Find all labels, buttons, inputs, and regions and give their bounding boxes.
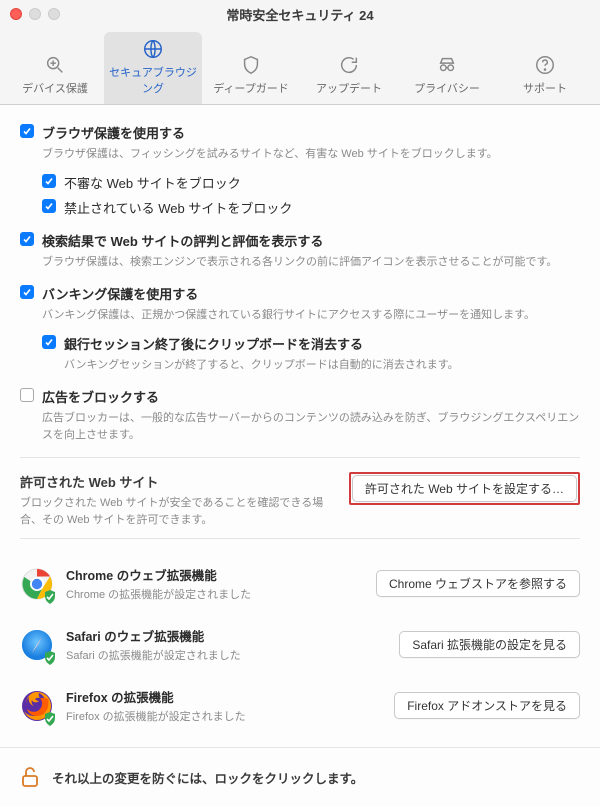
shield-check-icon [42,589,58,605]
option-title: 検索結果で Web サイトの評判と評価を表示する [42,231,323,250]
tab-update[interactable]: アップデート [300,48,398,104]
option-search-rating: 検索結果で Web サイトの評判と評価を表示する ブラウザ保護は、検索エンジンで… [20,231,580,271]
allowed-websites-row: 許可された Web サイト ブロックされた Web サイトが安全であることを確認… [20,472,580,528]
option-title: 銀行セッション終了後にクリップボードを消去する [64,334,363,353]
extension-desc: Chrome の拡張機能が設定されました [66,586,364,602]
footer-text: それ以上の変更を防ぐには、ロックをクリックします。 [52,768,363,787]
shield-check-icon [42,711,58,727]
titlebar: 常時安全セキュリティ 24 [0,0,600,28]
tab-label: デバイス保護 [22,80,88,96]
window-title: 常時安全セキュリティ 24 [0,5,600,24]
extension-chrome: Chrome のウェブ拡張機能 Chrome の拡張機能が設定されました Chr… [20,553,580,614]
checkbox-adblock[interactable] [20,388,34,402]
incognito-icon [436,54,458,76]
safari-settings-button[interactable]: Safari 拡張機能の設定を見る [399,631,580,658]
tab-label: サポート [523,80,567,96]
extension-safari: Safari のウェブ拡張機能 Safari の拡張機能が設定されました Saf… [20,614,580,675]
extension-edge: Microsoft Edge の拡張機能 Edge の拡張機能が設定されました … [20,736,580,747]
firefox-store-button[interactable]: Firefox アドオンストアを見る [394,692,580,719]
unlock-icon[interactable] [20,766,40,788]
option-desc: バンキングセッションが終了すると、クリップボードは自動的に消去されます。 [64,357,580,374]
option-desc: ブラウザ保護は、フィッシングを試みるサイトなど、有害な Web サイトをブロック… [42,146,580,163]
magnifier-icon [44,54,66,76]
extension-firefox: Firefox の拡張機能 Firefox の拡張機能が設定されました Fire… [20,675,580,736]
tab-label: ディープガード [213,80,289,96]
highlight-box: 許可された Web サイトを設定する… [349,472,580,505]
chrome-icon [20,567,54,601]
tab-privacy[interactable]: プライバシー [398,48,496,104]
option-desc: バンキング保護は、正規かつ保護されている銀行サイトにアクセスする際にユーザーを通… [42,307,580,324]
tab-support[interactable]: サポート [496,48,594,104]
firefox-icon [20,689,54,723]
allowed-title: 許可された Web サイト [20,472,339,491]
tab-secure-browsing[interactable]: セキュアブラウジング [104,32,202,104]
checkbox-browser-protect[interactable] [20,124,34,138]
option-adblock: 広告をブロックする 広告ブロッカーは、一般的な広告サーバーからのコンテンツの読み… [20,387,580,443]
tab-label: プライバシー [414,80,480,96]
option-title: 広告をブロックする [42,387,159,406]
safari-icon [20,628,54,662]
tab-device[interactable]: デバイス保護 [6,48,104,104]
checkbox-banking[interactable] [20,285,34,299]
checkbox-block-suspicious[interactable] [42,174,56,188]
option-desc: 広告ブロッカーは、一般的な広告サーバーからのコンテンツの読み込みを防ぎ、ブラウジ… [42,410,580,443]
checkbox-block-forbidden[interactable] [42,199,56,213]
tab-label: セキュアブラウジング [106,64,200,96]
allowed-button[interactable]: 許可された Web サイトを設定する… [352,475,577,502]
separator [20,538,580,539]
globe-icon [142,38,164,60]
window: 常時安全セキュリティ 24 デバイス保護 セキュアブラウジング ディープガード [0,0,600,806]
option-browser-protect: ブラウザ保護を使用する ブラウザ保護は、フィッシングを試みるサイトなど、有害な … [20,123,580,217]
extension-title: Chrome のウェブ拡張機能 [66,565,364,584]
option-title: 不審な Web サイトをブロック [64,173,241,192]
footer: それ以上の変更を防ぐには、ロックをクリックします。 [0,747,600,806]
option-title: ブラウザ保護を使用する [42,123,185,142]
extension-title: Safari のウェブ拡張機能 [66,626,387,645]
checkbox-search-rating[interactable] [20,232,34,246]
option-title: バンキング保護を使用する [42,284,198,303]
option-title: 禁止されている Web サイトをブロック [64,198,292,217]
content: ブラウザ保護を使用する ブラウザ保護は、フィッシングを試みるサイトなど、有害な … [0,105,600,747]
chrome-store-button[interactable]: Chrome ウェブストアを参照する [376,570,580,597]
shield-check-icon [42,650,58,666]
extension-desc: Safari の拡張機能が設定されました [66,647,387,663]
extension-title: Firefox の拡張機能 [66,687,382,706]
shield-icon [240,54,262,76]
allowed-desc: ブロックされた Web サイトが安全であることを確認できる場合、その Web サ… [20,495,339,528]
extension-desc: Firefox の拡張機能が設定されました [66,708,382,724]
option-banking: バンキング保護を使用する バンキング保護は、正規かつ保護されている銀行サイトにア… [20,284,580,373]
separator [20,457,580,458]
tab-deepguard[interactable]: ディープガード [202,48,300,104]
checkbox-banking-clipboard[interactable] [42,335,56,349]
refresh-icon [338,54,360,76]
help-icon [534,54,556,76]
tab-bar: デバイス保護 セキュアブラウジング ディープガード アップデート プライバシー [0,28,600,105]
option-desc: ブラウザ保護は、検索エンジンで表示される各リンクの前に評価アイコンを表示させるこ… [42,254,580,271]
tab-label: アップデート [316,80,382,96]
